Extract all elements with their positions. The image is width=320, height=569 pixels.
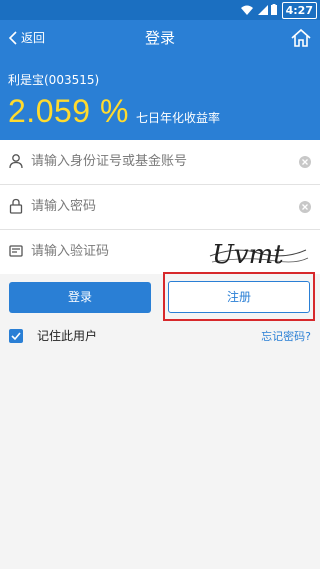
signal-icon [258,5,268,15]
status-bar: 4:27 [0,0,320,20]
clear-password-icon[interactable] [298,200,312,214]
lock-icon [9,198,23,214]
fund-hero: 利是宝(003515) 2.059 % 七日年化收益率 [0,56,320,140]
fund-name: 利是宝(003515) [8,73,100,87]
home-icon[interactable] [290,27,312,49]
battery-icon [271,4,277,15]
app-bar: 返回 登录 [0,20,320,56]
fund-rate: 2.059 % [8,93,129,129]
status-time: 4:27 [281,2,317,19]
remember-user-checkbox[interactable]: 记住此用户 [9,327,97,344]
fund-rate-label: 七日年化收益率 [136,111,221,125]
captcha-input[interactable]: 请输入验证码 [31,230,109,274]
password-input[interactable]: 请输入密码 [31,185,96,229]
page-title: 登录 [144,29,175,47]
captcha-text: Uvmt [212,240,284,270]
captcha-image[interactable]: Uvmt [206,236,310,270]
forgot-password-link[interactable]: 忘记密码? [261,328,311,344]
password-field[interactable]: 请输入密码 [0,185,320,229]
account-field[interactable]: 请输入身份证号或基金账号 [0,140,320,184]
account-input[interactable]: 请输入身份证号或基金账号 [31,140,187,184]
status-icons [240,3,278,17]
check-icon [11,331,21,340]
wifi-icon [241,5,253,15]
user-icon [9,154,23,169]
checkbox-checked[interactable] [9,328,23,343]
login-button[interactable]: 登录 [9,282,151,313]
register-button[interactable]: 注册 [168,281,310,313]
clear-account-icon[interactable] [298,155,312,169]
captcha-icon [9,245,23,257]
remember-user-label: 记住此用户 [37,329,98,343]
